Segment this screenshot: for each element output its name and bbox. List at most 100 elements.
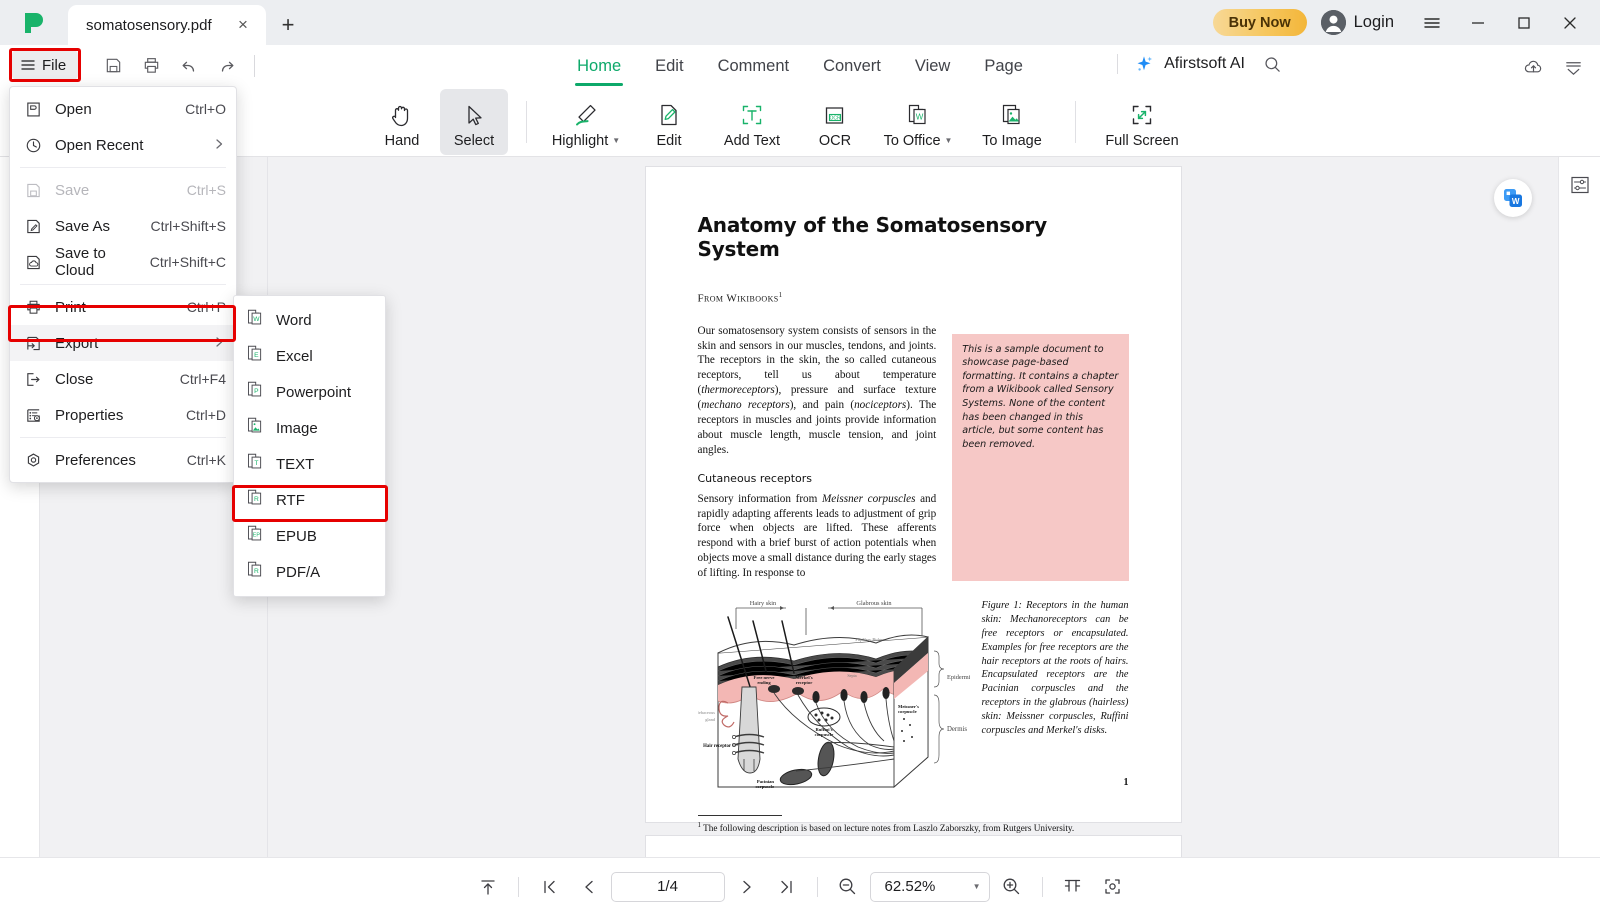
export-item-text[interactable]: T TEXT: [234, 446, 385, 482]
menu-item-print[interactable]: Print Ctrl+P: [10, 289, 236, 325]
document-tab[interactable]: somatosensory.pdf ×: [68, 5, 266, 45]
tab-convert[interactable]: Convert: [821, 48, 883, 85]
export-item-epub[interactable]: EP EPUB: [234, 518, 385, 554]
maximize-button[interactable]: [1502, 0, 1546, 45]
tool-to-image[interactable]: To Image: [967, 89, 1057, 155]
export-item-excel[interactable]: E Excel: [234, 338, 385, 374]
menu-item-properties[interactable]: Properties Ctrl+D: [10, 397, 236, 433]
zoom-level-select[interactable]: 62.52% ▼: [869, 871, 990, 902]
footnote-text: 1 The following description is based on …: [697, 821, 1075, 834]
svg-text:ending: ending: [757, 680, 771, 685]
ribbon-top-row: Home Edit Comment Convert View Page File…: [0, 45, 1600, 87]
menu-item-close-accel: Ctrl+F4: [179, 371, 226, 387]
fit-page-icon[interactable]: [1095, 870, 1131, 904]
redo-icon[interactable]: [210, 50, 244, 81]
tool-to-office[interactable]: W To Office ▼: [873, 89, 963, 155]
tool-hand[interactable]: Hand: [368, 89, 436, 155]
close-tab-icon[interactable]: ×: [230, 12, 256, 38]
menu-item-save-accel: Ctrl+S: [186, 182, 226, 198]
tab-convert-label: Convert: [823, 56, 881, 75]
tool-full-screen[interactable]: Full Screen: [1090, 89, 1194, 155]
export-item-image[interactable]: Image: [234, 410, 385, 446]
tab-view[interactable]: View: [913, 48, 952, 85]
page-number-input[interactable]: 1/4: [610, 871, 725, 902]
full-screen-icon: [1129, 96, 1155, 129]
tab-home[interactable]: Home: [575, 48, 624, 86]
tool-highlight[interactable]: Highlight ▼: [541, 89, 631, 155]
first-page-icon[interactable]: [531, 870, 567, 904]
buy-now-button[interactable]: Buy Now: [1212, 9, 1307, 36]
tool-divider: [1075, 101, 1076, 143]
export-item-pdfa[interactable]: R PDF/A: [234, 554, 385, 590]
app-window: somatosensory.pdf × + Buy Now Login Home…: [0, 0, 1600, 915]
svg-text:Dermis: Dermis: [947, 726, 967, 733]
chevron-down-icon[interactable]: ▼: [612, 136, 620, 145]
tool-select[interactable]: Select: [440, 89, 508, 155]
svg-text:W: W: [916, 112, 924, 121]
print-icon: [24, 299, 43, 316]
menu-item-open[interactable]: Open Ctrl+O: [10, 91, 236, 127]
menu-item-export[interactable]: Export: [10, 325, 236, 361]
fit-width-icon[interactable]: [1055, 870, 1091, 904]
afirstsoft-ai-label[interactable]: Afirstsoft AI: [1164, 55, 1245, 73]
export-item-powerpoint[interactable]: P Powerpoint: [234, 374, 385, 410]
cursor-arrow-icon: [461, 96, 487, 129]
menu-item-save-label: Save: [55, 181, 90, 199]
edit-document-icon: [656, 96, 682, 129]
menu-item-print-label: Print: [55, 298, 86, 316]
zoom-out-icon[interactable]: [830, 870, 866, 904]
menu-item-close[interactable]: Close Ctrl+F4: [10, 361, 236, 397]
chevron-down-icon[interactable]: ▼: [973, 882, 981, 891]
new-tab-icon[interactable]: +: [266, 5, 310, 45]
tool-edit[interactable]: Edit: [635, 89, 703, 155]
prev-page-icon[interactable]: [571, 870, 607, 904]
file-menu-button[interactable]: File: [12, 50, 78, 80]
scroll-to-top-icon[interactable]: [470, 870, 506, 904]
svg-text:OCR: OCR: [829, 115, 841, 121]
quick-access-toolbar: [96, 50, 261, 81]
tab-edit[interactable]: Edit: [653, 48, 685, 85]
zoom-level-value: 62.52%: [884, 878, 936, 895]
cloud-upload-icon[interactable]: [1516, 52, 1550, 83]
clock-icon: [24, 137, 43, 154]
section-subheading: Cutaneous receptors: [697, 471, 813, 485]
chevron-down-icon[interactable]: ▼: [945, 136, 953, 145]
next-page-icon[interactable]: [729, 870, 765, 904]
menu-item-preferences[interactable]: Preferences Ctrl+K: [10, 442, 236, 478]
translate-to-word-fab[interactable]: W: [1494, 179, 1532, 217]
document-settings-icon[interactable]: [1565, 170, 1595, 200]
epub-file-icon: EP: [246, 524, 265, 548]
excel-file-icon: E: [246, 344, 265, 368]
menu-item-save-as[interactable]: Save As Ctrl+Shift+S: [10, 208, 236, 244]
afirstsoft-logo-icon: [25, 12, 44, 33]
document-main-column: Our somatosensory system consists of sen…: [698, 324, 937, 581]
last-page-icon[interactable]: [769, 870, 805, 904]
export-item-rtf[interactable]: R RTF: [234, 482, 385, 518]
export-submenu[interactable]: W Word E Excel P Powerpoint Image T TEXT…: [233, 295, 386, 597]
tool-ocr[interactable]: OCR OCR: [801, 89, 869, 155]
menu-item-save-to-cloud[interactable]: Save to Cloud Ctrl+Shift+C: [10, 244, 236, 280]
export-item-word[interactable]: W Word: [234, 302, 385, 338]
tab-page-label: Page: [984, 56, 1023, 75]
undo-icon[interactable]: [172, 50, 206, 81]
close-doc-icon: [24, 371, 43, 388]
minimize-button[interactable]: [1456, 0, 1500, 45]
sample-callout: This is a sample document to showcase pa…: [952, 333, 1129, 582]
app-menu-button[interactable]: [1410, 0, 1454, 45]
document-viewer[interactable]: Anatomy of the Somatosensory System From…: [268, 157, 1558, 857]
print-icon[interactable]: [134, 50, 168, 81]
tool-add-text[interactable]: Add Text: [707, 89, 797, 155]
svg-text:EP: EP: [253, 533, 261, 539]
login-button[interactable]: Login: [1320, 10, 1394, 35]
tab-page[interactable]: Page: [982, 48, 1025, 85]
document-source-line: From Wikibooks1: [697, 291, 783, 305]
close-window-button[interactable]: [1548, 0, 1592, 45]
collapse-ribbon-icon[interactable]: [1556, 52, 1590, 83]
file-menu-dropdown[interactable]: Open Ctrl+O Open Recent Save Ctrl+S Save…: [9, 86, 237, 483]
search-icon[interactable]: [1263, 55, 1282, 74]
menu-item-open-recent[interactable]: Open Recent: [10, 127, 236, 163]
export-icon: [24, 335, 43, 352]
save-icon[interactable]: [96, 50, 130, 81]
zoom-in-icon[interactable]: [994, 870, 1030, 904]
tab-comment[interactable]: Comment: [716, 48, 792, 85]
